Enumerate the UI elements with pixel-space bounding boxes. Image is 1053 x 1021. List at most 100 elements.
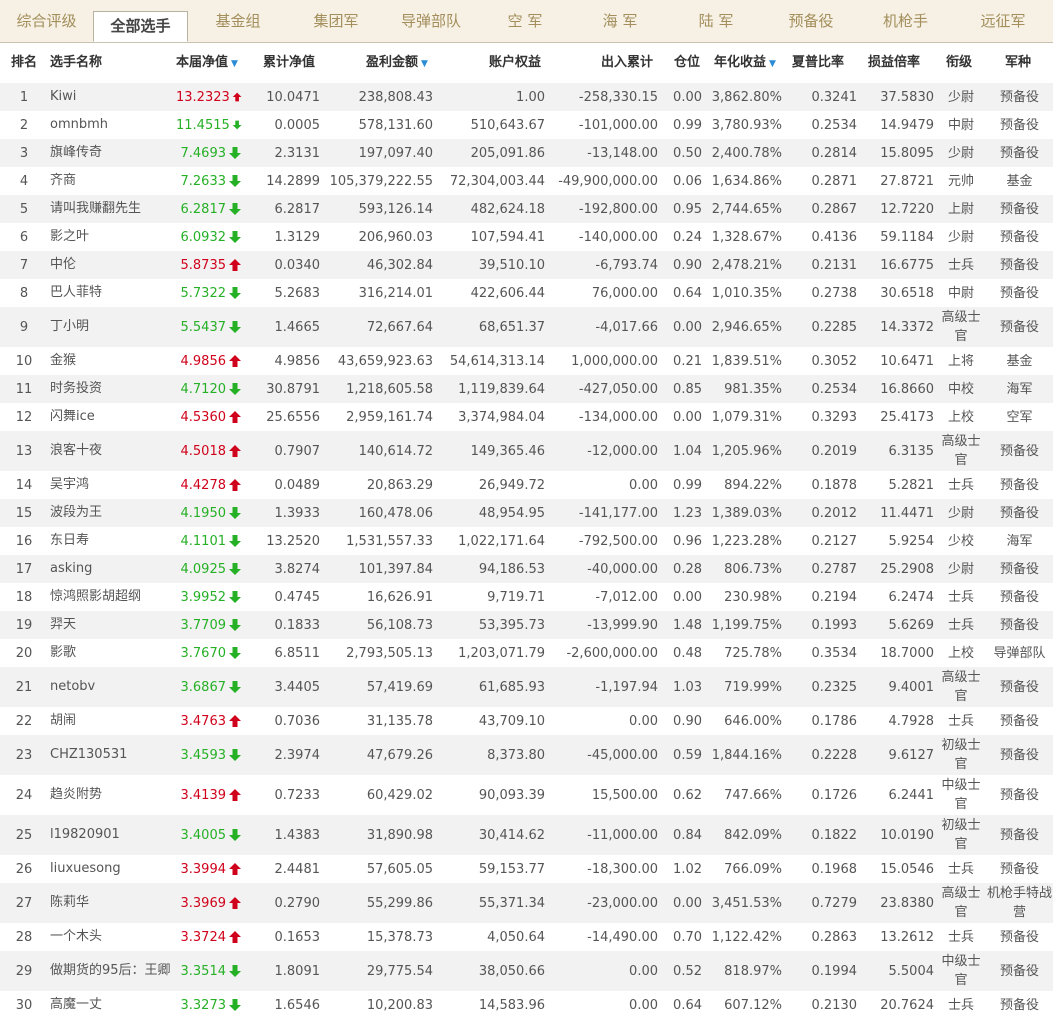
player-name[interactable]: 吴宇鸿 [50, 471, 172, 499]
player-name[interactable]: Kiwi [50, 83, 172, 111]
rank-cell: 5 [19, 201, 29, 217]
tab-0[interactable]: 综合评级 [0, 0, 93, 42]
header-nav[interactable]: 本届净值 ▼ [176, 43, 238, 83]
annual-return-cell: 818.97% [724, 963, 782, 979]
rank-cell: 27 [15, 895, 33, 911]
player-name[interactable]: 陈莉华 [50, 883, 172, 923]
player-name[interactable]: 趋炎附势 [50, 775, 172, 815]
player-name[interactable]: 波段为王 [50, 499, 172, 527]
arm-cell: 预备役 [999, 589, 1039, 605]
tab-2[interactable]: 基金组 [188, 0, 288, 42]
header-ratio[interactable]: 损益倍率 [868, 43, 920, 83]
position-cell: 0.00 [673, 89, 702, 105]
player-name[interactable]: 金猴 [50, 347, 172, 375]
player-name[interactable]: 时务投资 [50, 375, 172, 403]
arrow-down-icon [229, 507, 241, 519]
player-name[interactable]: 胡闹 [50, 707, 172, 735]
table-row: 5 请叫我赚翻先生 6.2817 6.2817 593,126.14 482,624.18… [0, 195, 1053, 223]
account-cell: 1,203,071.79 [458, 645, 545, 661]
inout-cell: 0.00 [629, 963, 658, 979]
header-annual[interactable]: 年化收益 ▼ [714, 43, 776, 83]
position-cell: 0.90 [673, 257, 702, 273]
player-name[interactable]: asking [50, 555, 172, 583]
tab-9[interactable]: 机枪手 [858, 0, 953, 42]
player-name[interactable]: 旗峰传奇 [50, 139, 172, 167]
nav-cell: 4.5360 [176, 403, 242, 431]
tab-3[interactable]: 集团军 [288, 0, 384, 42]
table-row: 18 惊鸿照影胡超纲 3.9952 0.4745 16,626.91 9,719.71 -7… [0, 583, 1053, 611]
sharpe-cell: 0.2325 [811, 679, 858, 695]
player-name[interactable]: 影歌 [50, 639, 172, 667]
sharpe-cell: 0.2787 [811, 561, 858, 577]
rank-title-cell: 上尉 [947, 201, 974, 217]
header-name[interactable]: 选手名称 [50, 43, 102, 83]
player-name[interactable]: liuxuesong [50, 855, 172, 883]
tab-5[interactable]: 空 军 [478, 0, 572, 42]
tab-4[interactable]: 导弹部队 [384, 0, 478, 42]
cum-nav-cell: 25.6556 [266, 409, 320, 425]
nav-value: 5.5437 [180, 319, 227, 335]
arm-cell: 预备役 [999, 861, 1039, 877]
player-name[interactable]: 中伦 [50, 251, 172, 279]
table-row: 17 asking 4.0925 3.8274 101,397.84 94,186.53 -… [0, 555, 1053, 583]
nav-cell: 5.8735 [176, 251, 242, 279]
player-name[interactable]: netobv [50, 667, 172, 707]
player-name[interactable]: 影之叶 [50, 223, 172, 251]
tab-8[interactable]: 预备役 [764, 0, 858, 42]
tab-7[interactable]: 陆 军 [668, 0, 764, 42]
nav-cell: 5.7322 [176, 279, 242, 307]
pl-ratio-cell: 6.2474 [888, 589, 935, 605]
profit-cell: 55,299.86 [366, 895, 433, 911]
inout-cell: -40,000.00 [587, 561, 658, 577]
player-name[interactable]: 做期货的95后：王卿 [50, 951, 172, 991]
profit-cell: 29,775.54 [366, 963, 433, 979]
player-name[interactable]: 东日寿 [50, 527, 172, 555]
account-cell: 53,395.73 [478, 617, 545, 633]
annual-return-cell: 3,451.53% [711, 895, 782, 911]
arm-cell: 预备役 [999, 443, 1039, 459]
profit-cell: 238,808.43 [358, 89, 433, 105]
cum-nav-cell: 5.2683 [274, 285, 321, 301]
header-profit[interactable]: 盈利金额 ▼ [366, 43, 428, 83]
player-name[interactable]: 高魔一丈 [50, 991, 172, 1019]
table-row: 19 羿天 3.7709 0.1833 56,108.73 53,395.73 -13,99… [0, 611, 1053, 639]
header-position[interactable]: 仓位 [674, 43, 700, 83]
header-account[interactable]: 账户权益 [489, 43, 541, 83]
player-name[interactable]: 浪客十夜 [50, 431, 172, 471]
player-name[interactable]: 惊鸿照影胡超纲 [50, 583, 172, 611]
player-name[interactable]: 请叫我赚翻先生 [50, 195, 172, 223]
header-arm[interactable]: 军种 [1005, 43, 1031, 83]
rank-title-cell: 少尉 [947, 561, 974, 577]
header-cum[interactable]: 累计净值 [263, 43, 315, 83]
arrow-down-icon [229, 591, 241, 603]
player-name[interactable]: 一个木头 [50, 923, 172, 951]
annual-return-cell: 1,844.16% [711, 747, 782, 763]
sharpe-cell: 0.2228 [811, 747, 858, 763]
header-rank[interactable]: 排名 [0, 43, 48, 83]
header-inout[interactable]: 出入累计 [601, 43, 653, 83]
tab-1[interactable]: 全部选手 [93, 11, 188, 42]
player-name[interactable]: 闪舞ice [50, 403, 172, 431]
cum-nav-cell: 30.8791 [266, 381, 320, 397]
profit-cell: 46,302.84 [366, 257, 433, 273]
player-name[interactable]: omnbmh [50, 111, 172, 139]
player-name[interactable]: 巴人菲特 [50, 279, 172, 307]
tab-10[interactable]: 远征军 [953, 0, 1053, 42]
sharpe-cell: 0.2285 [811, 319, 858, 335]
player-name[interactable]: 齐商 [50, 167, 172, 195]
player-name[interactable]: 丁小明 [50, 307, 172, 347]
arm-cell: 预备役 [999, 827, 1039, 843]
header-title[interactable]: 衔级 [946, 43, 972, 83]
header-sharpe[interactable]: 夏普比率 [792, 43, 844, 83]
nav-value: 3.7670 [180, 645, 227, 661]
sharpe-cell: 0.3241 [811, 89, 858, 105]
player-name[interactable]: 羿天 [50, 611, 172, 639]
arrow-down-icon [229, 147, 241, 159]
player-name[interactable]: l19820901 [50, 815, 172, 855]
pl-ratio-cell: 25.2908 [880, 561, 934, 577]
arrow-up-icon [229, 789, 241, 801]
annual-return-cell: 2,744.65% [711, 201, 782, 217]
tab-6[interactable]: 海 军 [572, 0, 668, 42]
player-name[interactable]: CHZ130531 [50, 735, 172, 775]
position-cell: 0.96 [673, 533, 702, 549]
